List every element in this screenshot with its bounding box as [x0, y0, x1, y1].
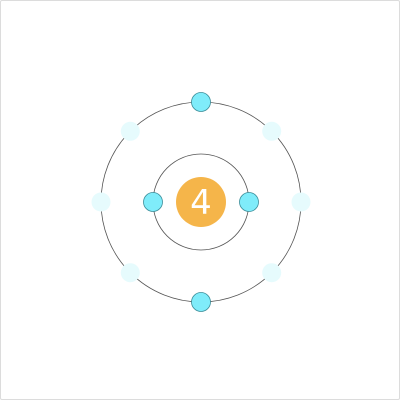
electron-shell-1-1 [239, 192, 259, 212]
empty-electron-slot-shell-2-3 [262, 121, 282, 141]
electron-shell-2-2 [191, 292, 211, 312]
empty-electron-slot-shell-2-6 [120, 263, 140, 283]
atom-diagram: 4 [91, 92, 311, 312]
empty-electron-slot-shell-2-7 [262, 263, 282, 283]
atom-diagram-canvas: 4 [0, 0, 400, 400]
nucleus-label: 4 [190, 183, 212, 223]
empty-electron-slot-shell-2-8 [291, 192, 311, 212]
electron-shell-1-2 [143, 192, 163, 212]
electron-shell-2-1 [191, 92, 211, 112]
empty-electron-slot-shell-2-5 [91, 192, 111, 212]
empty-electron-slot-shell-2-4 [120, 121, 140, 141]
nucleus-group: 4 [176, 177, 226, 227]
